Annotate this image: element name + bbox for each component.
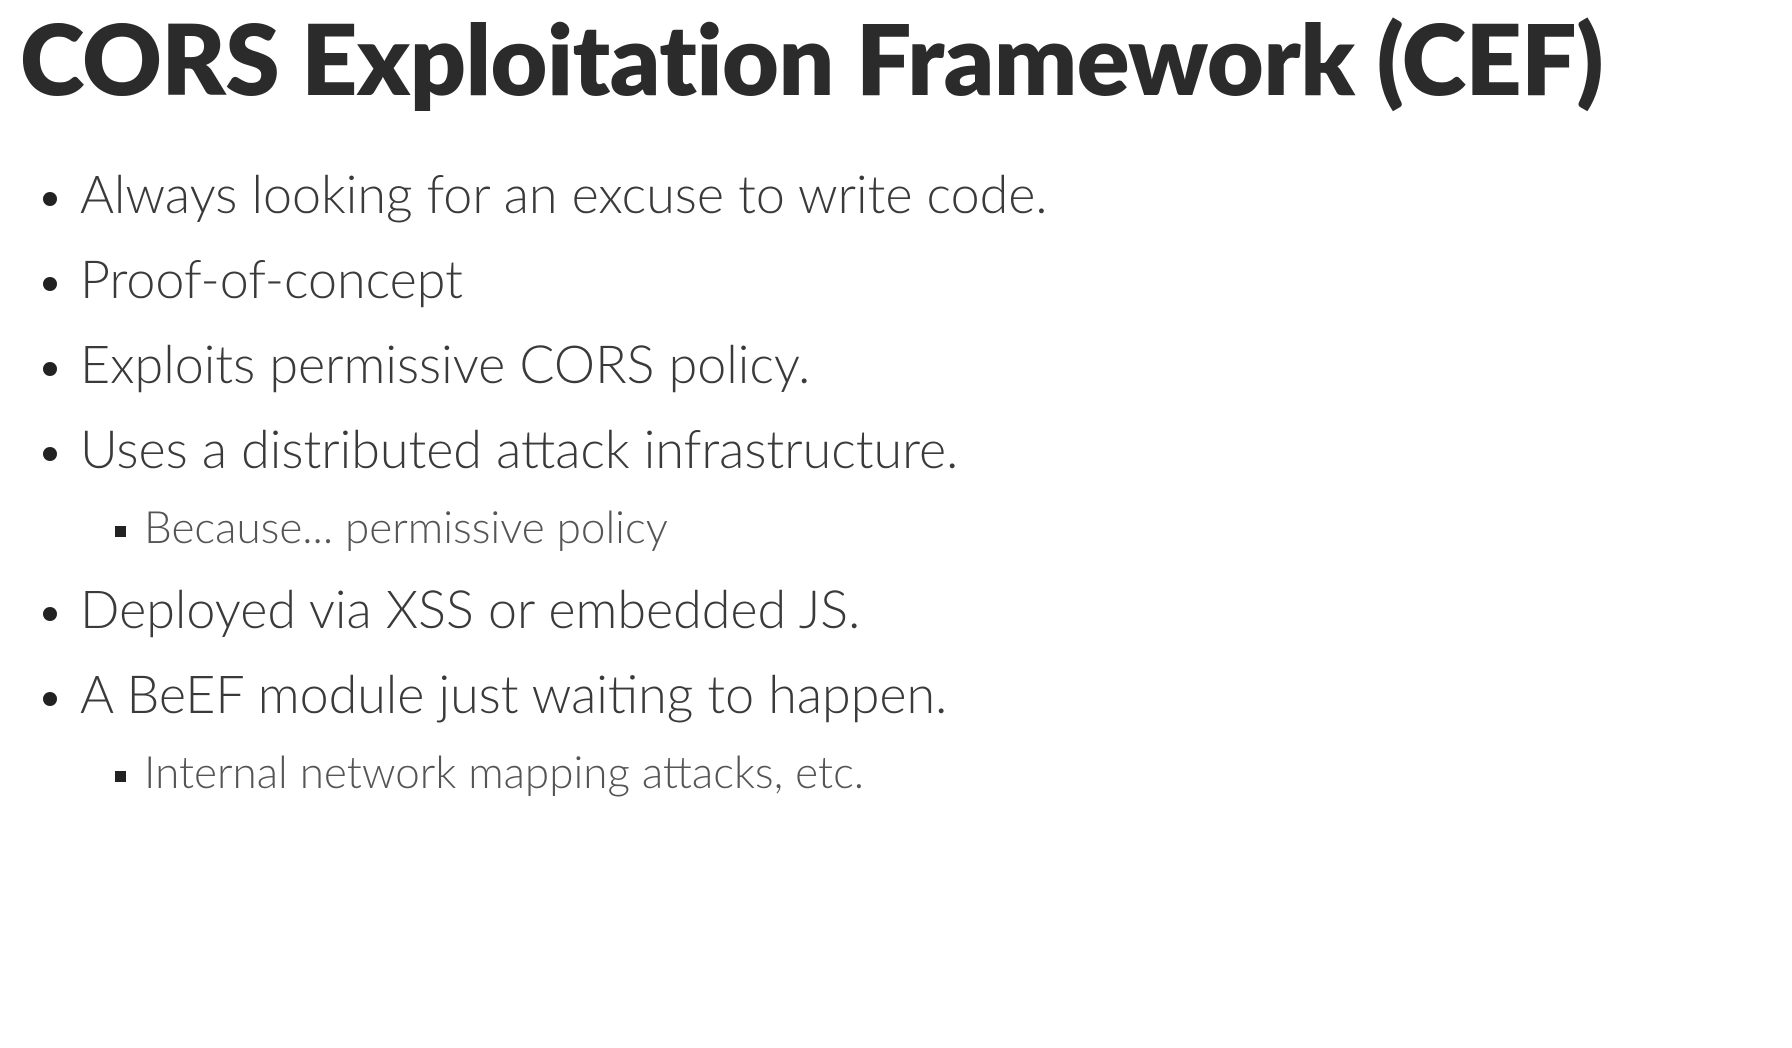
list-item: Deployed via XSS or embedded JS. <box>78 581 1772 637</box>
slide: CORS Exploitation Framework (CEF) Always… <box>0 0 1792 1048</box>
list-item: Exploits permissive CORS policy. <box>78 336 1772 392</box>
bullet-list: Always looking for an excuse to write co… <box>20 166 1772 797</box>
sub-list: Because... permissive policy <box>80 503 1772 551</box>
list-item-text: A BeEF module just waiting to happen. <box>80 663 947 725</box>
sub-list: Internal network mapping attacks, etc. <box>80 748 1772 796</box>
sub-list-item: Because... permissive policy <box>144 503 1772 551</box>
slide-title: CORS Exploitation Framework (CEF) <box>20 0 1772 112</box>
sub-list-item: Internal network mapping attacks, etc. <box>144 748 1772 796</box>
list-item-text: Deployed via XSS or embedded JS. <box>80 578 860 640</box>
sub-list-item-text: Internal network mapping attacks, etc. <box>144 746 864 798</box>
list-item-text: Uses a distributed attack infrastructure… <box>80 418 958 480</box>
sub-list-item-text: Because... permissive policy <box>144 501 668 553</box>
list-item-text: Always looking for an excuse to write co… <box>80 163 1048 225</box>
list-item: Always looking for an excuse to write co… <box>78 166 1772 222</box>
list-item: Uses a distributed attack infrastructure… <box>78 421 1772 552</box>
list-item-text: Proof-of-concept <box>80 248 463 310</box>
list-item: Proof-of-concept <box>78 251 1772 307</box>
list-item: A BeEF module just waiting to happen. In… <box>78 666 1772 797</box>
list-item-text: Exploits permissive CORS policy. <box>80 333 810 395</box>
